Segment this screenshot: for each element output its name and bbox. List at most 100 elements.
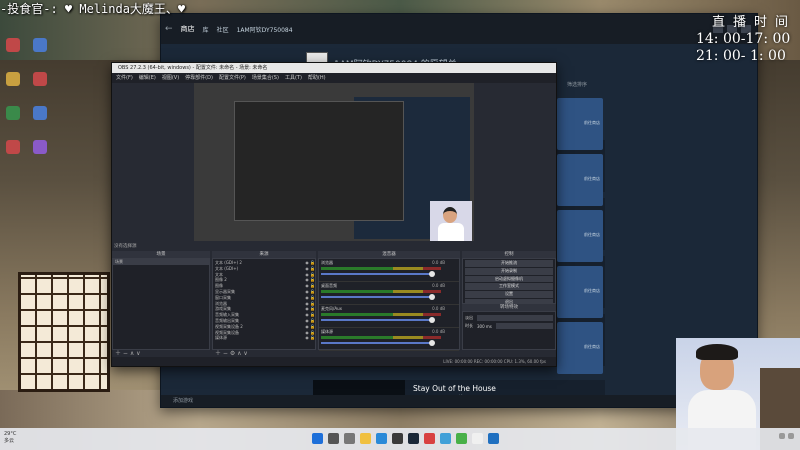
desktop-app-icon[interactable] bbox=[6, 38, 20, 52]
obs-window: OBS 27.2.3 (64-bit, windows) - 配置文件: 未命名… bbox=[111, 62, 557, 367]
edge-icon[interactable] bbox=[376, 433, 387, 444]
obs-menubar: 文件(F) 编辑(E) 视图(V) 停靠部件(D) 配置文件(P) 场景集合(S… bbox=[112, 73, 556, 83]
start-recording-button[interactable]: 开始录制 bbox=[465, 267, 553, 275]
app-icon[interactable] bbox=[488, 433, 499, 444]
desktop-icons bbox=[2, 30, 62, 166]
scene-item[interactable]: 场景 bbox=[113, 259, 209, 265]
taskbar-apps bbox=[312, 433, 499, 444]
desktop: ← 商店 库 社区 1AM阿钦DY750084 1AM阿钦DY750084 的愿… bbox=[0, 0, 800, 450]
transition-duration-row: 时长 300 ms bbox=[463, 322, 555, 330]
live-time-overlay: 直播时间 14: 00-17: 00 21: 00- 1: 00 bbox=[696, 14, 796, 65]
volume-slider-handle[interactable] bbox=[429, 271, 435, 277]
system-tray bbox=[779, 433, 794, 439]
wishlist-card[interactable]: 前往商店 bbox=[557, 98, 603, 150]
desktop-app-icon[interactable] bbox=[6, 106, 20, 120]
transition-type-row: 淡出 bbox=[463, 314, 555, 322]
source-item[interactable]: 媒体源 ◉ 🔓 bbox=[213, 335, 315, 341]
transition-type-select[interactable]: 淡出 bbox=[465, 315, 473, 321]
sources-dock-header: 来源 bbox=[212, 251, 316, 258]
settings-button[interactable]: 设置 bbox=[465, 291, 553, 298]
start-icon[interactable] bbox=[312, 433, 323, 444]
volume-slider-handle[interactable] bbox=[429, 340, 435, 346]
menu-item[interactable]: 文件(F) bbox=[116, 73, 133, 83]
transitions-dock: 淡出 时长 300 ms bbox=[462, 311, 556, 350]
mixer-dock: 浏览器 0.0 dB 桌面音频 0.0 dB 麦克风/Aux 0.0 dB 媒体源 0.… bbox=[318, 258, 460, 351]
live-time-end: 21: 00- 1: 00 bbox=[695, 48, 786, 64]
wishlist-card[interactable]: 前往商店 bbox=[557, 322, 603, 374]
search-icon[interactable] bbox=[328, 433, 339, 444]
steam-icon[interactable] bbox=[408, 433, 419, 444]
controls-dock-header: 控制 bbox=[462, 251, 556, 258]
menu-item[interactable]: 场景集合(S) bbox=[252, 73, 279, 83]
card-price-label: 前往商店 bbox=[584, 344, 600, 349]
mixer-channel[interactable]: 浏览器 0.0 dB bbox=[319, 259, 459, 282]
obs-title: OBS 27.2.3 (64-bit, windows) - 配置文件: 未命名… bbox=[112, 63, 556, 73]
menu-item[interactable]: 配置文件(P) bbox=[219, 73, 246, 83]
weather-desc: 多云 bbox=[4, 438, 15, 444]
scenes-dock-header: 场景 bbox=[112, 251, 210, 258]
obs-status-bar: LIVE: 00:00:00 REC: 00:00:00 CPU: 1.3%, … bbox=[112, 357, 556, 366]
wechat-icon[interactable] bbox=[456, 433, 467, 444]
virtual-camera-button[interactable]: 启动虚拟摄像机 bbox=[465, 275, 553, 283]
card-price-label: 前往商店 bbox=[584, 232, 600, 237]
steam-nav-username[interactable]: 1AM阿钦DY750084 bbox=[237, 25, 293, 34]
menu-item[interactable]: 停靠部件(D) bbox=[185, 73, 213, 83]
card-price-label: 前往商店 bbox=[584, 120, 600, 125]
app-icon[interactable] bbox=[472, 433, 483, 444]
mixer-dock-header: 混音器 bbox=[318, 251, 460, 258]
app-icon[interactable] bbox=[424, 433, 435, 444]
transition-duration-input[interactable]: 300 ms bbox=[477, 324, 492, 329]
scenes-dock: 场景 bbox=[112, 258, 210, 350]
menu-item[interactable]: 工具(T) bbox=[285, 73, 302, 83]
app-icon[interactable] bbox=[440, 433, 451, 444]
start-streaming-button[interactable]: 开始推流 bbox=[465, 260, 553, 267]
game-name: Stay Out of the House bbox=[413, 384, 496, 393]
weather-temp: 29°C bbox=[4, 431, 17, 437]
sort-label[interactable]: 筛选排序 bbox=[567, 81, 587, 88]
network-icon[interactable] bbox=[788, 433, 794, 439]
name-banner: -投食官-: ♥ Melinda大魔王、♥ bbox=[0, 2, 186, 16]
card-price-label: 前往商店 bbox=[584, 176, 600, 181]
wishlist-card[interactable]: 前往商店 bbox=[557, 266, 603, 318]
desktop-app-icon[interactable] bbox=[33, 38, 48, 52]
wishlist-card[interactable]: 前往商店 bbox=[557, 154, 603, 206]
steam-nav-library[interactable]: 库 bbox=[203, 25, 209, 34]
tray-chevron-icon[interactable] bbox=[779, 433, 785, 439]
obs-preview[interactable] bbox=[194, 83, 474, 241]
obs-icon[interactable] bbox=[392, 433, 403, 444]
taskbar: 29°C 多云 bbox=[0, 428, 800, 450]
menu-item[interactable]: 视图(V) bbox=[162, 73, 179, 83]
preview-webcam bbox=[430, 201, 472, 241]
file-explorer-icon[interactable] bbox=[360, 433, 371, 444]
desktop-app-icon[interactable] bbox=[6, 72, 20, 86]
add-game-button[interactable]: 添加游戏 bbox=[161, 395, 757, 407]
desktop-app-icon[interactable] bbox=[6, 140, 20, 154]
task-view-icon[interactable] bbox=[344, 433, 355, 444]
sources-dock: 文本 (GDI+) 2 ◉ 🔓 文本 (GDI+) ◉ 🔓 文本 ◉ 🔓 图像 2 ◉ … bbox=[212, 258, 316, 350]
back-arrow-icon[interactable]: ← bbox=[165, 24, 173, 34]
transitions-dock-header: 转场特效 bbox=[462, 304, 556, 311]
mixer-channel[interactable]: 桌面音频 0.0 dB bbox=[319, 282, 459, 305]
weather-widget[interactable]: 29°C 多云 bbox=[4, 431, 16, 445]
studio-mode-button[interactable]: 工作室模式 bbox=[465, 283, 553, 291]
shoji-screen-decor bbox=[18, 272, 110, 392]
preview-nested-obs bbox=[234, 101, 404, 221]
live-time-start: 14: 00-17: 00 bbox=[695, 31, 791, 47]
steam-nav-community[interactable]: 社区 bbox=[217, 25, 229, 34]
desktop-app-icon[interactable] bbox=[33, 140, 48, 154]
mixer-channel[interactable]: 麦克风/Aux 0.0 dB bbox=[319, 305, 459, 328]
steam-nav-store[interactable]: 商店 bbox=[181, 24, 195, 34]
mixer-channel[interactable]: 媒体源 0.0 dB bbox=[319, 328, 459, 351]
desktop-app-icon[interactable] bbox=[33, 72, 48, 86]
desktop-app-icon[interactable] bbox=[33, 106, 48, 120]
live-time-label: 直播时间 bbox=[711, 15, 796, 30]
wishlist-card[interactable]: 前往商店 bbox=[557, 210, 603, 262]
menu-item[interactable]: 编辑(E) bbox=[139, 73, 156, 83]
controls-dock: 开始推流 开始录制 启动虚拟摄像机 工作室模式 设置 退出 bbox=[462, 258, 556, 306]
menu-item[interactable]: 帮助(H) bbox=[308, 73, 326, 83]
volume-slider-handle[interactable] bbox=[429, 294, 435, 300]
steam-nav-bar: ← 商店 库 社区 1AM阿钦DY750084 bbox=[161, 14, 757, 44]
no-source-label: 没有选择源 bbox=[114, 244, 137, 249]
card-price-label: 前往商店 bbox=[584, 288, 600, 293]
volume-slider-handle[interactable] bbox=[429, 317, 435, 323]
